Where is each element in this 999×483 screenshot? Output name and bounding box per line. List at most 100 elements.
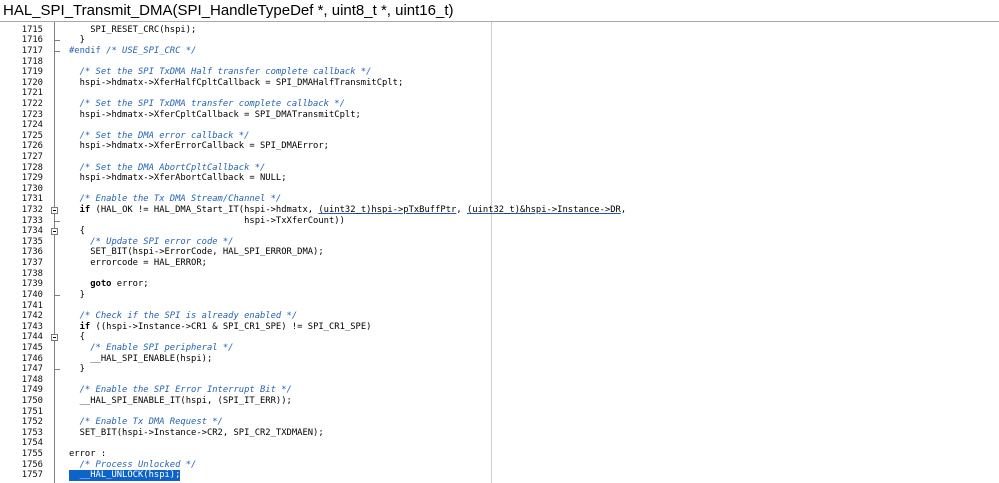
code-line[interactable]: 1729 hspi->hdmatx->XferAbortCallback = N…	[0, 173, 999, 184]
code-line[interactable]: 1749 /* Enable the SPI Error Interrupt B…	[0, 385, 999, 396]
line-number: 1727	[21, 152, 43, 162]
code-text: __HAL_SPI_ENABLE_IT(hspi, (SPI_IT_ERR));	[69, 396, 292, 407]
line-number: 1748	[21, 374, 43, 385]
code-line[interactable]: 1726 hspi->hdmatx->XferErrorCallback = S…	[0, 141, 999, 152]
code-line[interactable]: 1740 }	[0, 290, 999, 301]
code-line[interactable]: 1718	[0, 57, 999, 68]
code-line[interactable]: 1731 /* Enable the Tx DMA Stream/Channel…	[0, 194, 999, 205]
code-line[interactable]: 1720 hspi->hdmatx->XferHalfCpltCallback …	[0, 78, 999, 89]
code-line[interactable]: 1715 SPI_RESET_CRC(hspi);	[0, 25, 999, 36]
code-line[interactable]: 1732 if (HAL_OK != HAL_DMA_Start_IT(hspi…	[0, 205, 999, 216]
line-number: 1719	[21, 67, 43, 78]
code-line[interactable]: 1744 {	[0, 332, 999, 343]
code-line[interactable]: 1725 /* Set the DMA error callback */	[0, 131, 999, 142]
line-number: 1726	[21, 141, 43, 152]
code-text: __HAL_SPI_ENABLE(hspi);	[69, 354, 212, 365]
code-line[interactable]: 1748	[0, 375, 999, 386]
code-line[interactable]: 1746 __HAL_SPI_ENABLE(hspi);	[0, 354, 999, 365]
code-line[interactable]: 1753 SET_BIT(hspi->Instance->CR2, SPI_CR…	[0, 428, 999, 439]
code-line[interactable]: 1741	[0, 301, 999, 312]
line-number: 1755	[21, 449, 43, 460]
code-line[interactable]: 1730	[0, 184, 999, 195]
code-token: (HAL_OK != HAL_DMA_Start_IT(hspi->hdmatx…	[90, 205, 319, 216]
title-bar: HAL_SPI_Transmit_DMA(SPI_HandleTypeDef *…	[0, 0, 999, 22]
code-line[interactable]: 1755 error :	[0, 449, 999, 460]
code-token: ((hspi->Instance->CR1 & SPI_CR1_SPE) != …	[90, 321, 372, 332]
code-text: if ((hspi->Instance->CR1 & SPI_CR1_SPE) …	[69, 321, 372, 333]
line-number: 1736	[21, 247, 43, 258]
code-token: ,	[456, 205, 467, 216]
line-number: 1725	[21, 130, 43, 141]
code-text: /* Enable Tx DMA Request */	[69, 417, 223, 428]
code-line[interactable]: 1719 /* Set the SPI TxDMA Half transfer …	[0, 67, 999, 78]
fold-collapse-icon[interactable]	[51, 228, 58, 236]
code-line[interactable]: 1756 /* Process Unlocked */	[0, 460, 999, 471]
fold-end-icon	[54, 294, 60, 296]
code-token: }	[69, 35, 85, 46]
code-line[interactable]: 1722 /* Set the SPI TxDMA transfer compl…	[0, 99, 999, 110]
line-number: 1756	[21, 459, 43, 470]
code-line[interactable]: 1723 hspi->hdmatx->XferCpltCallback = SP…	[0, 110, 999, 121]
code-line[interactable]: 1736 SET_BIT(hspi->ErrorCode, HAL_SPI_ER…	[0, 247, 999, 258]
code-line[interactable]: 1747 }	[0, 364, 999, 375]
code-comment: /* Update SPI error code */	[69, 236, 234, 247]
code-line[interactable]: 1739 goto error;	[0, 279, 999, 290]
code-token: error;	[111, 279, 149, 290]
code-text: hspi->hdmatx->XferAbortCallback = NULL;	[69, 173, 287, 184]
code-line[interactable]: 1721	[0, 88, 999, 99]
code-line[interactable]: 1745 /* Enable SPI peripheral */	[0, 343, 999, 354]
line-number: 1718	[21, 56, 43, 67]
code-line[interactable]: 1750 __HAL_SPI_ENABLE_IT(hspi, (SPI_IT_E…	[0, 396, 999, 407]
code-token: hspi->hdmatx->XferHalfCpltCallback = SPI…	[69, 77, 404, 88]
code-line[interactable]: 1752 /* Enable Tx DMA Request */	[0, 417, 999, 428]
function-signature-title: HAL_SPI_Transmit_DMA(SPI_HandleTypeDef *…	[3, 2, 454, 19]
line-number: 1742	[21, 311, 43, 322]
code-line[interactable]: 1717 #endif /* USE_SPI_CRC */	[0, 46, 999, 57]
code-comment: /* Set the SPI TxDMA Half transfer compl…	[69, 67, 372, 78]
code-line[interactable]: 1727	[0, 152, 999, 163]
line-number: 1740	[21, 289, 43, 300]
code-text: /* Check if the SPI is already enabled *…	[69, 311, 298, 322]
code-editor[interactable]: 1715 SPI_RESET_CRC(hspi); 1716 } 1717 #endi…	[0, 22, 999, 483]
code-text: hspi->hdmatx->XferHalfCpltCallback = SPI…	[69, 77, 404, 89]
code-line[interactable]: 1743 if ((hspi->Instance->CR1 & SPI_CR1_…	[0, 322, 999, 333]
code-line[interactable]: 1716 }	[0, 35, 999, 46]
code-text: /* Set the DMA AbortCpltCallback */	[69, 163, 266, 174]
line-number: 1745	[21, 342, 43, 353]
fold-end-icon	[54, 40, 60, 42]
code-token: }	[69, 289, 85, 300]
code-line[interactable]: 1735 /* Update SPI error code */	[0, 237, 999, 248]
code-line[interactable]: 1728 /* Set the DMA AbortCpltCallback */	[0, 163, 999, 174]
code-comment: /* Check if the SPI is already enabled *…	[69, 311, 298, 322]
code-keyword: if	[69, 321, 91, 332]
code-text: }	[69, 364, 85, 375]
code-token: hspi->hdmatx->XferCpltCallback = SPI_DMA…	[69, 109, 361, 120]
code-line[interactable]: 1738	[0, 269, 999, 280]
line-number: 1724	[21, 120, 43, 131]
code-line[interactable]: 1734 {	[0, 226, 999, 237]
code-line[interactable]: 1733 hspi->TxXferCount))	[0, 216, 999, 227]
line-number: 1737	[21, 258, 43, 269]
selected-code-line[interactable]: 1757 __HAL_UNLOCK(hspi);	[0, 470, 999, 481]
code-line[interactable]: 1742 /* Check if the SPI is already enab…	[0, 311, 999, 322]
code-text: }	[69, 35, 85, 46]
code-token: __HAL_UNLOCK(hspi);	[69, 470, 181, 481]
code-token: SET_BIT(hspi->ErrorCode, HAL_SPI_ERROR_D…	[69, 247, 324, 258]
fold-collapse-icon[interactable]	[51, 206, 58, 214]
code-text: /* Enable the SPI Error Interrupt Bit */	[69, 385, 292, 396]
code-line[interactable]: 1737 errorcode = HAL_ERROR;	[0, 258, 999, 269]
code-line[interactable]: 1754	[0, 438, 999, 449]
code-comment: /* Enable the Tx DMA Stream/Channel */	[69, 194, 282, 205]
code-token: errorcode = HAL_ERROR;	[69, 258, 207, 269]
code-text: SET_BIT(hspi->ErrorCode, HAL_SPI_ERROR_D…	[69, 247, 324, 258]
code-underlined-expression: (uint32_t)hspi->pTxBuffPtr	[318, 205, 457, 216]
code-text: if (HAL_OK != HAL_DMA_Start_IT(hspi->hdm…	[69, 205, 627, 216]
code-line[interactable]: 1724	[0, 120, 999, 131]
code-text: /* Set the SPI TxDMA Half transfer compl…	[69, 67, 372, 78]
fold-collapse-icon[interactable]	[51, 334, 58, 342]
code-lines[interactable]: 1715 SPI_RESET_CRC(hspi); 1716 } 1717 #endi…	[0, 25, 999, 481]
code-line[interactable]: 1751	[0, 407, 999, 418]
code-comment: /* Enable the SPI Error Interrupt Bit */	[69, 385, 292, 396]
code-token: hspi->TxXferCount))	[69, 215, 345, 226]
line-number: 1722	[21, 98, 43, 109]
